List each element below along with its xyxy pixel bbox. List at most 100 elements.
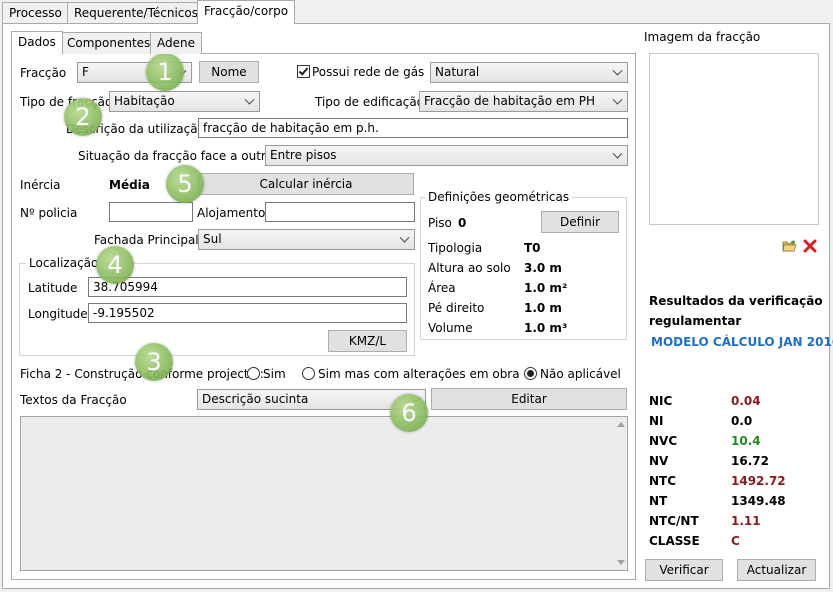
subtab-dados[interactable]: Dados [11,31,63,54]
policia-input[interactable] [109,202,193,222]
verificar-button[interactable]: Verificar [645,559,723,581]
volume-value: 1.0 m³ [524,321,568,335]
tipo-fraccao-select[interactable]: Habitação [109,91,260,112]
nome-button[interactable]: Nome [199,61,259,83]
pe-direito-label: Pé direito [428,301,485,315]
altura-value: 3.0 m [524,261,562,275]
nv-value: 16.72 [731,454,769,468]
ntc-nt-label: NTC/NT [649,514,699,528]
tab-requerente-tecnicos[interactable]: Requerente/Técnicos [67,2,205,24]
tipo-fraccao-value: Habitação [114,94,175,108]
actualizar-button[interactable]: Actualizar [737,559,816,581]
editar-button[interactable]: Editar [431,388,627,410]
gas-type-select[interactable]: Natural [430,62,628,83]
ntc-label: NTC [649,474,677,488]
nic-label: NIC [649,394,673,408]
textos-label: Textos da Fracção [20,393,127,407]
nt-label: NT [649,494,668,508]
alojamento-input[interactable] [265,202,415,222]
nv-label: NV [649,454,669,468]
piso-value: 0 [458,216,467,230]
longitude-label: Longitude [28,307,88,321]
gas-checkbox[interactable] [297,65,310,78]
resultados-subtitle: regulamentar [649,314,742,328]
step-badge-4: 4 [96,246,134,284]
area-label: Área [428,281,456,295]
altura-label: Altura ao solo [428,261,511,275]
classe-label: CLASSE [649,534,700,548]
situacao-select[interactable]: Entre pisos [265,145,628,166]
imagem-title: Imagem da fracção [644,30,761,44]
subtab-adene[interactable]: Adene [150,32,202,54]
situacao-value: Entre pisos [270,148,337,162]
latitude-label: Latitude [28,281,78,295]
scroll-up-icon[interactable] [617,422,625,427]
area-value: 1.0 m² [524,281,568,295]
tipologia-label: Tipologia [428,241,483,255]
fachada-value: Sul [203,232,222,246]
ntc-nt-value: 1.11 [731,514,761,528]
fraccao-label: Fracção [20,66,67,80]
chevron-down-icon [612,94,623,105]
step-badge-5: 5 [166,165,204,203]
scroll-down-icon[interactable] [617,560,625,565]
latitude-input[interactable]: 38.705994 [88,277,407,297]
check-icon [298,65,309,76]
inercia-value: Média [109,178,150,192]
geometria-title: Definições geométricas [425,190,573,204]
radio-nao-aplicavel-label: Não aplicável [540,367,621,381]
resultados-title: Resultados da verificação [649,294,823,308]
calcular-inercia-button[interactable]: Calcular inércia [198,173,414,195]
textos-value: Descrição sucinta [202,392,309,406]
kmz-button[interactable]: KMZ/L [328,330,407,352]
textos-textarea[interactable] [20,416,628,571]
chevron-down-icon [244,94,255,105]
nvc-value: 10.4 [731,434,761,448]
radio-sim-label: Sim [263,367,286,381]
ni-label: NI [649,414,664,428]
textarea-scrollbar[interactable] [613,417,627,570]
fachada-select[interactable]: Sul [198,229,415,250]
delete-icon[interactable] [803,239,817,253]
imagem-box[interactable] [649,53,819,225]
chevron-down-icon [612,65,623,76]
radio-nao-aplicavel[interactable] [524,367,537,380]
volume-label: Volume [428,321,473,335]
descricao-input[interactable]: fracção de habitação em p.h. [198,118,628,138]
nic-value: 0.04 [731,394,761,408]
tipologia-value: T0 [524,241,541,255]
folder-open-icon[interactable] [782,240,797,252]
tipo-edificacao-value: Fracção de habitação em PH [424,94,596,108]
pe-direito-value: 1.0 m [524,301,562,315]
ni-value: 0.0 [731,414,753,428]
localizacao-title: Localização [26,256,102,270]
nvc-label: NVC [649,434,678,448]
situacao-label: Situação da fracção face a outras [78,149,280,163]
tab-fraccao-corpo[interactable]: Fracção/corpo [197,0,296,24]
tipo-edificacao-select[interactable]: Fracção de habitação em PH [419,91,628,112]
gas-type-value: Natural [435,65,480,79]
longitude-input[interactable]: -9.195502 [88,303,407,323]
radio-sim-alteracoes[interactable] [302,367,315,380]
tab-processo[interactable]: Processo [2,2,69,24]
fraccao-value: F [82,65,89,79]
step-badge-2: 2 [64,98,102,136]
policia-label: Nº policia [20,206,78,220]
step-badge-6: 6 [390,394,428,432]
tipo-edificacao-label: Tipo de edificação [315,95,425,109]
subtab-componentes[interactable]: Componentes [60,32,158,54]
radio-sim-alteracoes-label: Sim mas com alterações em obra [318,367,520,381]
modelo-label: MODELO CÁLCULO JAN 2016 [651,335,833,349]
radio-sim[interactable] [247,367,260,380]
ntc-value: 1492.72 [731,474,786,488]
step-badge-1: 1 [146,53,184,91]
step-badge-3: 3 [135,343,173,381]
definir-button[interactable]: Definir [541,211,619,233]
alojamento-label: Alojamento [197,206,266,220]
chevron-down-icon [612,148,623,159]
radio-selected-dot [527,370,534,377]
inercia-label: Inércia [20,178,61,192]
chevron-down-icon [399,232,410,243]
piso-label: Piso [428,216,452,230]
nt-value: 1349.48 [731,494,786,508]
